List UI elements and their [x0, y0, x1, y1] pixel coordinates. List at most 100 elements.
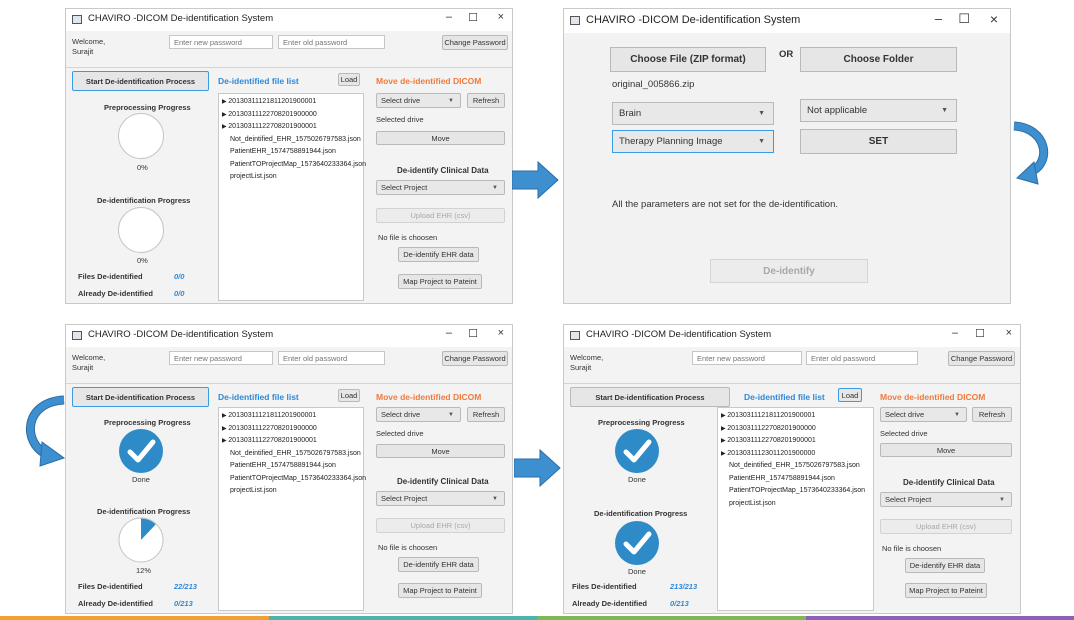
preprocessing-done-check-icon	[119, 429, 163, 473]
map-project-button[interactable]: Map Project to Pateint	[905, 583, 987, 598]
refresh-button[interactable]: Refresh	[972, 407, 1012, 422]
close-button[interactable]: ×	[498, 327, 504, 339]
old-password-input[interactable]	[278, 351, 385, 365]
file-list-item[interactable]: PatientEHR_1574758891944.json	[222, 460, 360, 473]
no-file-label: No file is choosen	[882, 544, 942, 553]
deidentify-ehr-button[interactable]: De-identify EHR data	[905, 558, 985, 573]
file-list-item[interactable]: Not_deintified_EHR_1575026797583.json	[222, 448, 361, 461]
upload-ehr-button[interactable]: Upload EHR (csv)	[880, 519, 1012, 534]
maximize-button[interactable]: ☐	[468, 327, 478, 340]
deidentify-ehr-button[interactable]: De-identify EHR data	[398, 557, 479, 572]
image-type-dropdown[interactable]: Therapy Planning Image ▼	[612, 130, 774, 153]
already-deidentified-label: Already De-identified	[572, 599, 648, 608]
choose-file-button[interactable]: Choose File (ZIP format)	[610, 47, 766, 72]
start-deidentification-button[interactable]: Start De-identification Process	[72, 387, 209, 407]
move-button[interactable]: Move	[376, 444, 505, 458]
load-button[interactable]: Load	[338, 73, 360, 86]
file-list-item[interactable]: PatientEHR_1574758891944.json	[721, 473, 870, 486]
file-list-item[interactable]: Not_deintified_EHR_1575026797583.json	[721, 460, 870, 473]
folder-tree-item[interactable]: ▶ 20130311122708201900001	[222, 435, 360, 448]
new-password-input[interactable]	[692, 351, 802, 365]
file-name: PatientEHR_1574758891944.json	[230, 148, 336, 155]
new-password-input[interactable]	[169, 351, 273, 365]
deidentification-progress-text: Done	[628, 567, 646, 576]
set-button[interactable]: SET	[800, 129, 957, 154]
sub-region-dropdown[interactable]: Not applicable ▼	[800, 99, 957, 122]
select-project-dropdown[interactable]: Select Project ▼	[376, 180, 505, 195]
upload-ehr-button[interactable]: Upload EHR (csv)	[376, 208, 505, 223]
select-drive-dropdown[interactable]: Select drive ▼	[880, 407, 967, 422]
maximize-button[interactable]: ☐	[975, 327, 985, 340]
folder-tree-item[interactable]: ▶ 20130311122708201900000	[721, 423, 870, 436]
file-list-item[interactable]: projectList.json	[721, 498, 870, 511]
select-drive-dropdown[interactable]: Select drive ▼	[376, 407, 461, 422]
change-password-button[interactable]: Change Password	[442, 351, 508, 366]
refresh-button[interactable]: Refresh	[467, 407, 505, 422]
maximize-button[interactable]: ☐	[468, 11, 478, 24]
old-password-input[interactable]	[278, 35, 385, 49]
change-password-button[interactable]: Change Password	[442, 35, 508, 50]
select-project-dropdown[interactable]: Select Project ▼	[376, 491, 505, 506]
maximize-button[interactable]: ☐	[958, 11, 970, 27]
minimize-button[interactable]: –	[446, 327, 452, 339]
clinical-data-title: De-identify Clinical Data	[397, 477, 489, 486]
main-window-in-progress: CHAVIRO -DICOM De-identification System …	[65, 324, 513, 614]
load-button[interactable]: Load	[838, 388, 862, 402]
start-deidentification-button[interactable]: Start De-identification Process	[72, 71, 209, 91]
choose-folder-button[interactable]: Choose Folder	[800, 47, 957, 72]
change-password-button[interactable]: Change Password	[948, 351, 1015, 366]
file-list-item[interactable]: projectList.json	[222, 171, 360, 184]
folder-tree-item[interactable]: ▶ 20130311122708201900001	[721, 435, 870, 448]
move-button[interactable]: Move	[376, 131, 505, 145]
deidentification-done-check-icon	[615, 521, 659, 565]
file-list-item[interactable]: PatientTOProjectMap_1573640233364.json	[222, 473, 366, 486]
file-list-item[interactable]: PatientTOProjectMap_1573640233364.json	[222, 159, 366, 172]
folder-tree-item[interactable]: ▶ 20130311123011201900000	[721, 448, 870, 461]
new-password-input[interactable]	[169, 35, 273, 49]
auth-bar: Welcome,Surajit Change Password	[66, 31, 512, 68]
load-button[interactable]: Load	[338, 389, 360, 402]
or-label: OR	[779, 49, 794, 60]
file-list-item[interactable]: projectList.json	[222, 485, 360, 498]
file-list-item[interactable]: PatientTOProjectMap_1573640233364.json	[721, 485, 870, 498]
old-password-input[interactable]	[806, 351, 918, 365]
folder-tree-item[interactable]: ▶ 20130311121811201900001	[222, 410, 360, 423]
strip-segment-green	[537, 616, 806, 620]
refresh-button[interactable]: Refresh	[467, 93, 505, 108]
upload-ehr-button[interactable]: Upload EHR (csv)	[376, 518, 505, 533]
close-button[interactable]: ×	[1006, 327, 1012, 339]
start-deidentification-button[interactable]: Start De-identification Process	[570, 387, 730, 407]
map-project-button[interactable]: Map Project to Pateint	[398, 583, 482, 598]
no-file-label: No file is choosen	[378, 543, 438, 552]
title-bar: CHAVIRO -DICOM De-identification System …	[66, 325, 512, 347]
deidentification-label: De-identification Progress	[594, 509, 688, 518]
select-project-dropdown[interactable]: Select Project ▼	[880, 492, 1012, 507]
minimize-button[interactable]: –	[446, 11, 452, 23]
body-part-dropdown[interactable]: Brain ▼	[612, 102, 774, 125]
select-drive-dropdown[interactable]: Select drive ▼	[376, 93, 461, 108]
map-project-button[interactable]: Map Project to Pateint	[398, 274, 482, 289]
file-list-item[interactable]: Not_deintified_EHR_1575026797583.json	[222, 134, 361, 147]
main-window-initial: CHAVIRO -DICOM De-identification System …	[65, 8, 513, 304]
folder-tree-item[interactable]: ▶ 20130311121811201900001	[222, 96, 360, 109]
welcome-text: Welcome, Surajit	[72, 353, 106, 372]
deidentify-button[interactable]: De-identify	[710, 259, 868, 283]
move-button[interactable]: Move	[880, 443, 1012, 457]
minimize-button[interactable]: –	[935, 11, 942, 26]
minimize-button[interactable]: –	[952, 327, 958, 339]
file-list-item[interactable]: PatientEHR_1574758891944.json	[222, 146, 360, 159]
folder-tree-item[interactable]: ▶ 20130311122708201900000	[222, 109, 360, 122]
preprocessing-label: Preprocessing Progress	[104, 418, 191, 427]
deidentify-ehr-button[interactable]: De-identify EHR data	[398, 247, 479, 262]
folder-tree-item[interactable]: ▶ 20130311122708201900000	[222, 423, 360, 436]
app-icon	[72, 15, 82, 24]
bottom-color-strip	[0, 616, 1074, 620]
close-button[interactable]: ×	[498, 11, 504, 23]
file-name: 20130311122708201900001	[727, 437, 816, 444]
close-button[interactable]: ×	[990, 11, 998, 27]
auth-bar: Welcome,Surajit Change Password	[66, 347, 512, 384]
folder-tree-item[interactable]: ▶ 20130311122708201900001	[222, 121, 360, 134]
folder-tree-item[interactable]: ▶ 20130311121811201900001	[721, 410, 870, 423]
window-title: CHAVIRO -DICOM De-identification System	[88, 13, 274, 24]
app-icon	[72, 331, 82, 340]
